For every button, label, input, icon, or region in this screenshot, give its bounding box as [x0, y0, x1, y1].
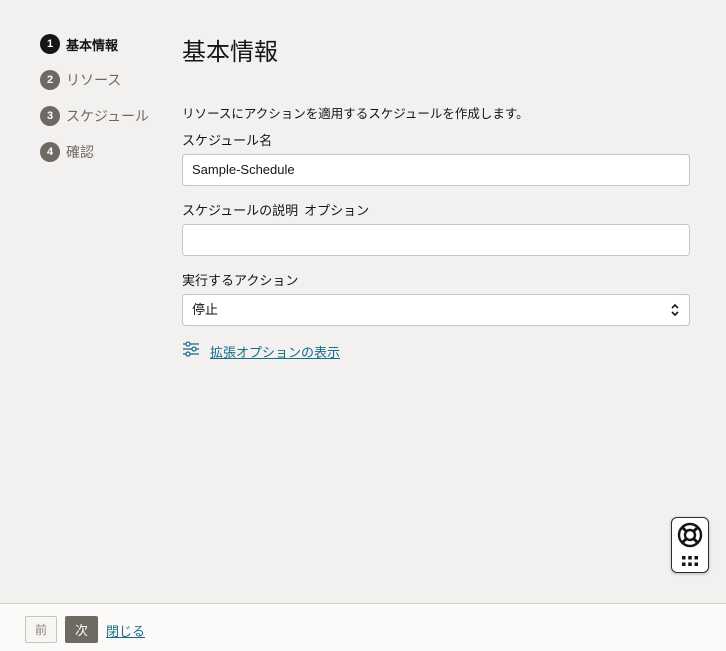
- help-widget[interactable]: [671, 517, 709, 573]
- form-description: リソースにアクションを適用するスケジュールを作成します。: [182, 106, 529, 121]
- schedule-name-label: スケジュール名: [182, 134, 273, 149]
- schedule-name-input[interactable]: Sample-Schedule: [182, 154, 690, 186]
- action-label: 実行するアクション: [182, 274, 299, 289]
- schedule-description-input[interactable]: [182, 224, 690, 256]
- advanced-options-link[interactable]: 拡張オプションの表示: [182, 340, 690, 362]
- optional-marker: オプション: [304, 204, 370, 219]
- basic-info-form: 基本情報 リソースにアクションを適用するスケジュールを作成します。 スケジュール…: [182, 36, 690, 362]
- step-resources[interactable]: 2 リソース: [40, 62, 149, 98]
- step-review[interactable]: 4 確認: [40, 134, 149, 170]
- step-schedule[interactable]: 3 スケジュール: [40, 98, 149, 134]
- grid-icon[interactable]: [681, 552, 699, 571]
- step-basic-info[interactable]: 1 基本情報: [40, 26, 149, 62]
- step-number: 3: [40, 106, 60, 126]
- schedule-description-label-text: スケジュールの説明: [182, 204, 299, 219]
- previous-button[interactable]: 前: [25, 616, 57, 643]
- chevron-up-down-icon: [670, 303, 680, 317]
- step-number: 4: [40, 142, 60, 162]
- step-number: 2: [40, 70, 60, 90]
- action-select-value: 停止: [192, 302, 219, 317]
- step-label: リソース: [66, 73, 122, 89]
- page-title: 基本情報: [182, 38, 278, 66]
- step-label: スケジュール: [66, 109, 150, 125]
- lifebuoy-icon[interactable]: [677, 522, 703, 552]
- schedule-description-label: スケジュールの説明 オプション: [182, 202, 690, 222]
- next-button[interactable]: 次: [65, 616, 98, 643]
- advanced-options-label: 拡張オプションの表示: [210, 345, 341, 361]
- close-link[interactable]: 閉じる: [106, 621, 145, 640]
- wizard-footer: 前 次 閉じる: [0, 603, 726, 651]
- step-label: 基本情報: [66, 38, 119, 54]
- sliders-icon: [182, 340, 200, 362]
- wizard-steps: 1 基本情報 2 リソース 3 スケジュール 4 確認: [40, 26, 149, 170]
- action-select[interactable]: 停止: [182, 294, 690, 326]
- step-label: 確認: [66, 145, 94, 161]
- step-number: 1: [40, 34, 60, 54]
